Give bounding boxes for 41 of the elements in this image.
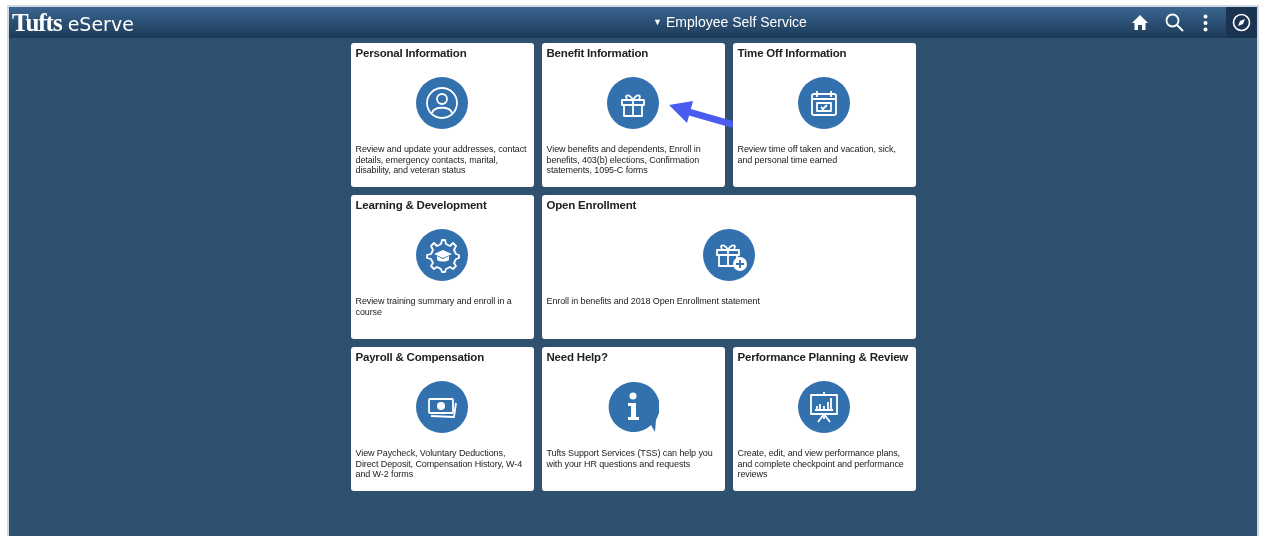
gear-graduation-cap-icon	[416, 229, 468, 281]
logo-text: Tufts	[12, 10, 62, 35]
tile-title: Benefit Information	[546, 46, 650, 61]
navigator-button[interactable]	[1226, 7, 1257, 38]
tile-title: Payroll & Compensation	[355, 350, 485, 365]
tile-description: View benefits and dependents, Enroll in benefits, 403(b) elections, Confirmation statements, 1095-C forms	[546, 144, 702, 176]
more-options-icon[interactable]	[1203, 13, 1208, 32]
tile-description: Create, edit, and view performance plans, and complete checkpoint and performance reviews	[737, 448, 905, 480]
gift-icon	[607, 77, 659, 129]
search-icon[interactable]	[1165, 13, 1184, 32]
tile-description: Review time off taken and vacation, sick, and personal time earned	[737, 144, 897, 165]
money-bills-icon	[416, 381, 468, 433]
tile-description: Review training summary and enroll in a course	[355, 296, 513, 317]
tile[interactable]: Payroll & Compensation View Paycheck, Voluntary Deductions, Direct Deposit, Compensation History, W-4 and W-2 forms	[350, 347, 534, 491]
compass-icon	[1232, 13, 1251, 32]
info-speech-bubble-icon	[607, 381, 659, 433]
tile[interactable]: Time Off Information Review time off taken and vacation, sick, and personal time earned	[732, 43, 916, 187]
tile-description: View Paycheck, Voluntary Deductions, Direct Deposit, Compensation History, W-4 and W-2 forms	[355, 448, 524, 480]
tile-title: Open Enrollment	[546, 198, 638, 213]
page-title-dropdown[interactable]: ▼ Employee Self Service	[653, 12, 807, 33]
tile-title: Learning & Development	[355, 198, 488, 213]
logo-subtitle: eServe	[67, 15, 134, 34]
tile-description: Tufts Support Services (TSS) can help you with your HR questions and requests	[546, 448, 714, 469]
calendar-check-icon	[798, 77, 850, 129]
tile-description: Enroll in benefits and 2018 Open Enrollment statement	[546, 296, 761, 307]
tile[interactable]: Benefit Information View benefits and dependents, Enroll in benefits, 403(b) elections, Confirmation statements, 1095-C forms	[541, 43, 725, 187]
tile-title: Personal Information	[355, 46, 468, 61]
person-icon	[416, 77, 468, 129]
arrow-icon	[667, 99, 733, 131]
presentation-chart-icon	[798, 381, 850, 433]
tile-title: Need Help?	[546, 350, 609, 365]
tile-description: Review and update your addresses, contact details, emergency contacts, marital, disability, and veteran status	[355, 144, 528, 176]
tile-title: Performance Planning & Review	[737, 350, 910, 365]
tile[interactable]: Personal Information Review and update your addresses, contact details, emergency contacts, marital, disability, and veteran status	[350, 43, 534, 187]
tile[interactable]: Open Enrollment Enroll in benefits and 2018 Open Enrollment statement	[541, 195, 916, 339]
home-icon[interactable]	[1131, 14, 1149, 31]
tile-title: Time Off Information	[737, 46, 848, 61]
tile[interactable]: Performance Planning & Review Create, edit, and view performance plans, and complete checkpoint and performance reviews	[732, 347, 916, 491]
tile[interactable]: Learning & Development Review training summary and enroll in a course	[350, 195, 534, 339]
tile[interactable]: Need Help? Tufts Support Services (TSS) can help you with your HR questions and requests	[541, 347, 725, 491]
gift-plus-icon	[702, 229, 755, 281]
